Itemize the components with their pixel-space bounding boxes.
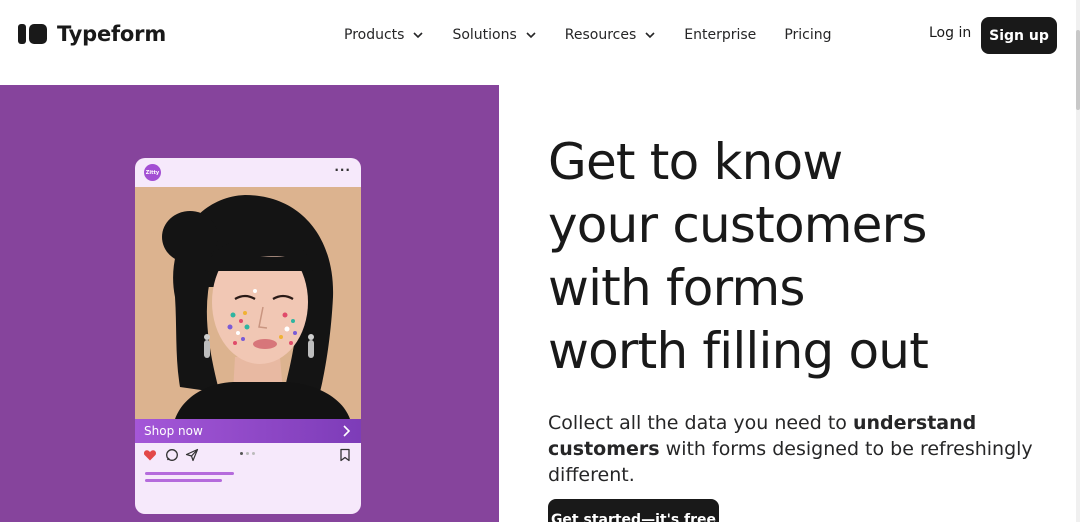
nav-item-label: Resources (564, 27, 637, 43)
chevron-right-icon (343, 425, 351, 437)
ellipsis-icon: ··· (334, 163, 351, 177)
page-scrollbar[interactable] (1076, 0, 1080, 522)
nav-item-pricing[interactable]: Pricing (784, 27, 831, 43)
nav-item-label: Products (344, 27, 405, 43)
send-icon[interactable] (185, 448, 199, 462)
heart-icon[interactable] (143, 448, 157, 462)
social-post-mockup: Zitty ··· Shop now (135, 158, 361, 514)
typeform-logo[interactable]: Typeform (18, 22, 166, 46)
shop-now-label: Shop now (144, 424, 203, 438)
hero-title-line: your customers (548, 196, 927, 254)
nav-item-enterprise[interactable]: Enterprise (684, 27, 756, 43)
post-actions (135, 446, 361, 466)
hero-visual-panel: Zitty ··· Shop now (0, 85, 499, 522)
chevron-down-icon (526, 32, 536, 39)
nav-item-products[interactable]: Products (344, 27, 424, 43)
nav-item-label: Solutions (452, 27, 517, 43)
brand-name: Typeform (57, 22, 166, 46)
comment-icon[interactable] (165, 448, 179, 462)
nav-item-resources[interactable]: Resources (565, 27, 657, 43)
post-photo (135, 187, 361, 419)
caption-placeholder-line (145, 479, 222, 482)
bookmark-icon[interactable] (338, 448, 352, 462)
hero-subtitle-text: Collect all the data you need to (548, 412, 853, 434)
avatar: Zitty (144, 164, 161, 181)
typeform-logo-icon (18, 24, 47, 44)
nav-item-label: Enterprise (684, 27, 757, 43)
hero-title: Get to know your customers with forms wo… (548, 131, 1048, 383)
hero-title-line: with forms (548, 259, 805, 317)
nav-item-solutions[interactable]: Solutions (452, 27, 536, 43)
main-nav: Products Solutions Resources Enterprise … (344, 24, 860, 46)
hero-title-line: Get to know (548, 133, 843, 191)
site-header: Typeform Products Solutions Resources En… (0, 0, 1080, 84)
hero-subtitle: Collect all the data you need to underst… (548, 410, 1068, 488)
shop-now-button[interactable]: Shop now (135, 419, 361, 443)
post-header: Zitty ··· (135, 158, 361, 187)
chevron-down-icon (413, 32, 424, 39)
carousel-dots (240, 452, 255, 455)
portrait-image (135, 187, 361, 419)
hero-title-line: worth filling out (548, 322, 929, 380)
nav-item-label: Pricing (784, 27, 832, 43)
login-link[interactable]: Log in (929, 25, 971, 41)
caption-placeholder-line (145, 472, 234, 475)
get-started-button[interactable]: Get started—it's free (548, 499, 719, 522)
chevron-down-icon (645, 32, 655, 39)
signup-button[interactable]: Sign up (981, 17, 1057, 54)
